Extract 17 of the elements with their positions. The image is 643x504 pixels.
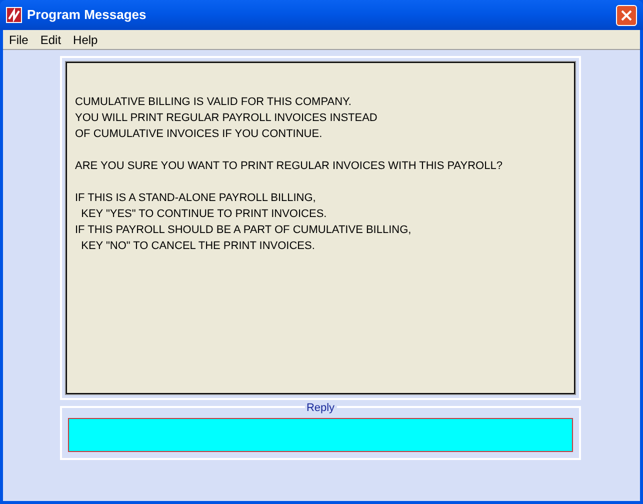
window-title: Program Messages <box>27 6 146 24</box>
reply-label: Reply <box>304 400 337 416</box>
close-button[interactable] <box>616 4 637 26</box>
reply-field[interactable] <box>68 418 573 452</box>
menu-item[interactable]: File <box>9 30 28 48</box>
message-line: OF CUMULATIVE INVOICES IF YOU CONTINUE. <box>75 127 324 142</box>
message-line: KEY "NO" TO CANCEL THE PRINT INVOICES. <box>80 239 316 254</box>
close-icon <box>621 10 632 20</box>
app-logo-icon <box>6 7 22 23</box>
message-line: IF THIS IS A STAND-ALONE PAYROLL BILLING, <box>75 191 317 206</box>
message-line: CUMULATIVE BILLING IS VALID FOR THIS COMPANY. <box>75 95 352 110</box>
message-line: ARE YOU SURE YOU WANT TO PRINT REGULAR INVOICES WITH THIS PAYROLL? <box>75 159 504 174</box>
message-line: IF THIS PAYROLL SHOULD BE A PART OF CUMULATIVE BILLING, <box>75 223 412 238</box>
message-line: YOU WILL PRINT REGULAR PAYROLL INVOICES INSTEAD <box>75 111 378 126</box>
menu-item[interactable]: Edit <box>40 30 62 48</box>
menu-item[interactable]: Help <box>73 30 98 48</box>
message-line: KEY "YES" TO CONTINUE TO PRINT INVOICES. <box>80 207 328 222</box>
